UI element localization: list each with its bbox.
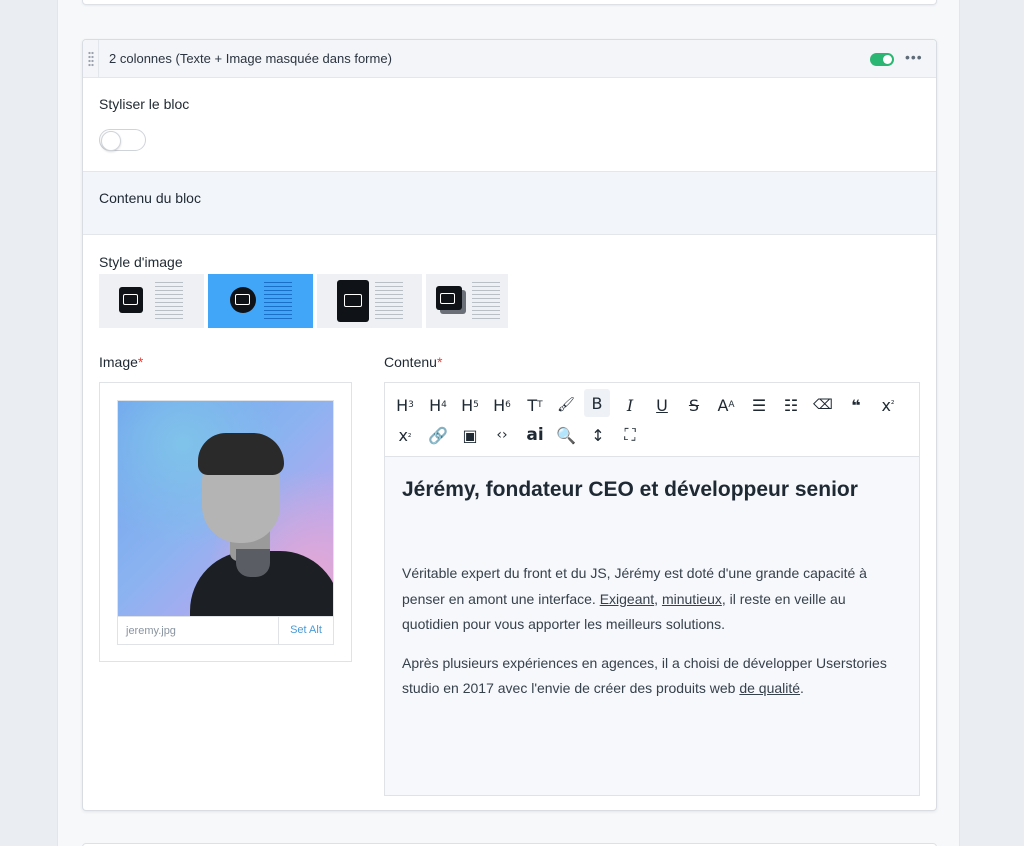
more-options-button[interactable]: ••• bbox=[905, 50, 923, 64]
link-minutieux[interactable]: minutieux bbox=[662, 591, 722, 607]
subscript-button[interactable]: x₂ bbox=[392, 421, 418, 449]
image-meta-bar: jeremy.jpg Set Alt bbox=[118, 616, 333, 645]
image-style-option-stacked[interactable] bbox=[426, 274, 508, 328]
underline-button[interactable]: U bbox=[649, 391, 675, 419]
content-paragraph-2: Après plusieurs expériences en agences, … bbox=[402, 654, 887, 697]
text-lines-icon bbox=[375, 282, 403, 320]
line-height-icon[interactable]: ↕ bbox=[585, 421, 611, 449]
portrait-photo[interactable] bbox=[118, 401, 333, 616]
italic-button[interactable]: I bbox=[617, 391, 643, 419]
square-image-icon bbox=[119, 287, 143, 313]
strikethrough-button[interactable]: S bbox=[681, 391, 707, 419]
content-heading: Jérémy, fondateur CEO et développeur sen… bbox=[402, 478, 858, 501]
image-style-option-square[interactable] bbox=[99, 274, 204, 328]
stacked-image-icon bbox=[436, 286, 462, 310]
text-size-button[interactable]: TT bbox=[522, 391, 548, 419]
link-exigeant[interactable]: Exigeant bbox=[600, 591, 654, 607]
image-preview-card: jeremy.jpg Set Alt bbox=[117, 400, 334, 645]
numbered-list-icon[interactable]: ☷ bbox=[778, 391, 804, 419]
image-style-option-tall[interactable] bbox=[317, 274, 422, 328]
page-container: 2 colonnes (Texte + Image masquée dans f… bbox=[57, 0, 960, 846]
heading-6-button[interactable]: H6 bbox=[489, 391, 515, 419]
text-lines-icon bbox=[472, 282, 500, 320]
content-section-header[interactable]: Contenu du bloc bbox=[83, 171, 936, 235]
heading-4-button[interactable]: H4 bbox=[425, 391, 451, 419]
media-icon[interactable]: ▣ bbox=[457, 421, 483, 449]
heading-3-button[interactable]: H3 bbox=[392, 391, 418, 419]
image-style-option-circle[interactable] bbox=[208, 274, 313, 328]
brush-icon[interactable]: 🖌 bbox=[553, 391, 579, 419]
font-style-button[interactable]: AA bbox=[713, 391, 739, 419]
ai-button[interactable]: ai bbox=[522, 421, 548, 449]
fullscreen-icon[interactable]: ⛶ bbox=[617, 421, 643, 449]
text-lines-icon bbox=[264, 282, 292, 320]
image-field-label: Image* bbox=[99, 354, 144, 370]
eraser-icon[interactable]: ⌫ bbox=[810, 391, 836, 419]
content-paragraph-1: Véritable expert du front et du JS, Jéré… bbox=[402, 565, 867, 632]
style-block-toggle[interactable] bbox=[99, 129, 146, 151]
rich-text-editor: H3 H4 H5 H6 TT 🖌 B I U S AA ☰ ☷ ⌫ ❝ x² x… bbox=[384, 382, 920, 796]
image-style-options bbox=[99, 274, 508, 328]
blockquote-icon[interactable]: ❝ bbox=[843, 391, 869, 419]
bullet-list-icon[interactable]: ☰ bbox=[746, 391, 772, 419]
editor-content[interactable]: Jérémy, fondateur CEO et développeur sen… bbox=[402, 473, 902, 702]
find-icon[interactable]: 🔍 bbox=[553, 421, 579, 449]
content-section-label: Contenu du bloc bbox=[99, 190, 201, 206]
text-lines-icon bbox=[155, 282, 183, 320]
bold-button[interactable]: B bbox=[584, 389, 610, 417]
previous-block-card bbox=[82, 0, 937, 5]
image-field: jeremy.jpg Set Alt bbox=[99, 382, 352, 662]
set-alt-button[interactable]: Set Alt bbox=[278, 617, 333, 645]
block-enabled-toggle[interactable] bbox=[870, 53, 894, 66]
drag-dots-icon bbox=[87, 51, 94, 67]
image-style-label: Style d'image bbox=[99, 254, 183, 270]
editor-toolbar: H3 H4 H5 H6 TT 🖌 B I U S AA ☰ ☷ ⌫ ❝ x² x… bbox=[385, 383, 919, 457]
heading-5-button[interactable]: H5 bbox=[457, 391, 483, 419]
superscript-button[interactable]: x² bbox=[875, 391, 901, 419]
block-title: 2 colonnes (Texte + Image masquée dans f… bbox=[109, 51, 392, 66]
code-icon[interactable]: ‹› bbox=[489, 421, 515, 449]
style-block-label: Styliser le bloc bbox=[99, 96, 190, 112]
block-card: 2 colonnes (Texte + Image masquée dans f… bbox=[82, 39, 937, 811]
link-icon[interactable]: 🔗 bbox=[425, 421, 451, 449]
link-de-qualite[interactable]: de qualité bbox=[739, 680, 800, 696]
circle-image-icon bbox=[230, 287, 256, 313]
block-header: 2 colonnes (Texte + Image masquée dans f… bbox=[83, 40, 936, 78]
content-field-label: Contenu* bbox=[384, 354, 443, 370]
tall-image-icon bbox=[337, 280, 369, 322]
image-filename: jeremy.jpg bbox=[126, 625, 176, 637]
drag-handle[interactable] bbox=[83, 40, 99, 78]
